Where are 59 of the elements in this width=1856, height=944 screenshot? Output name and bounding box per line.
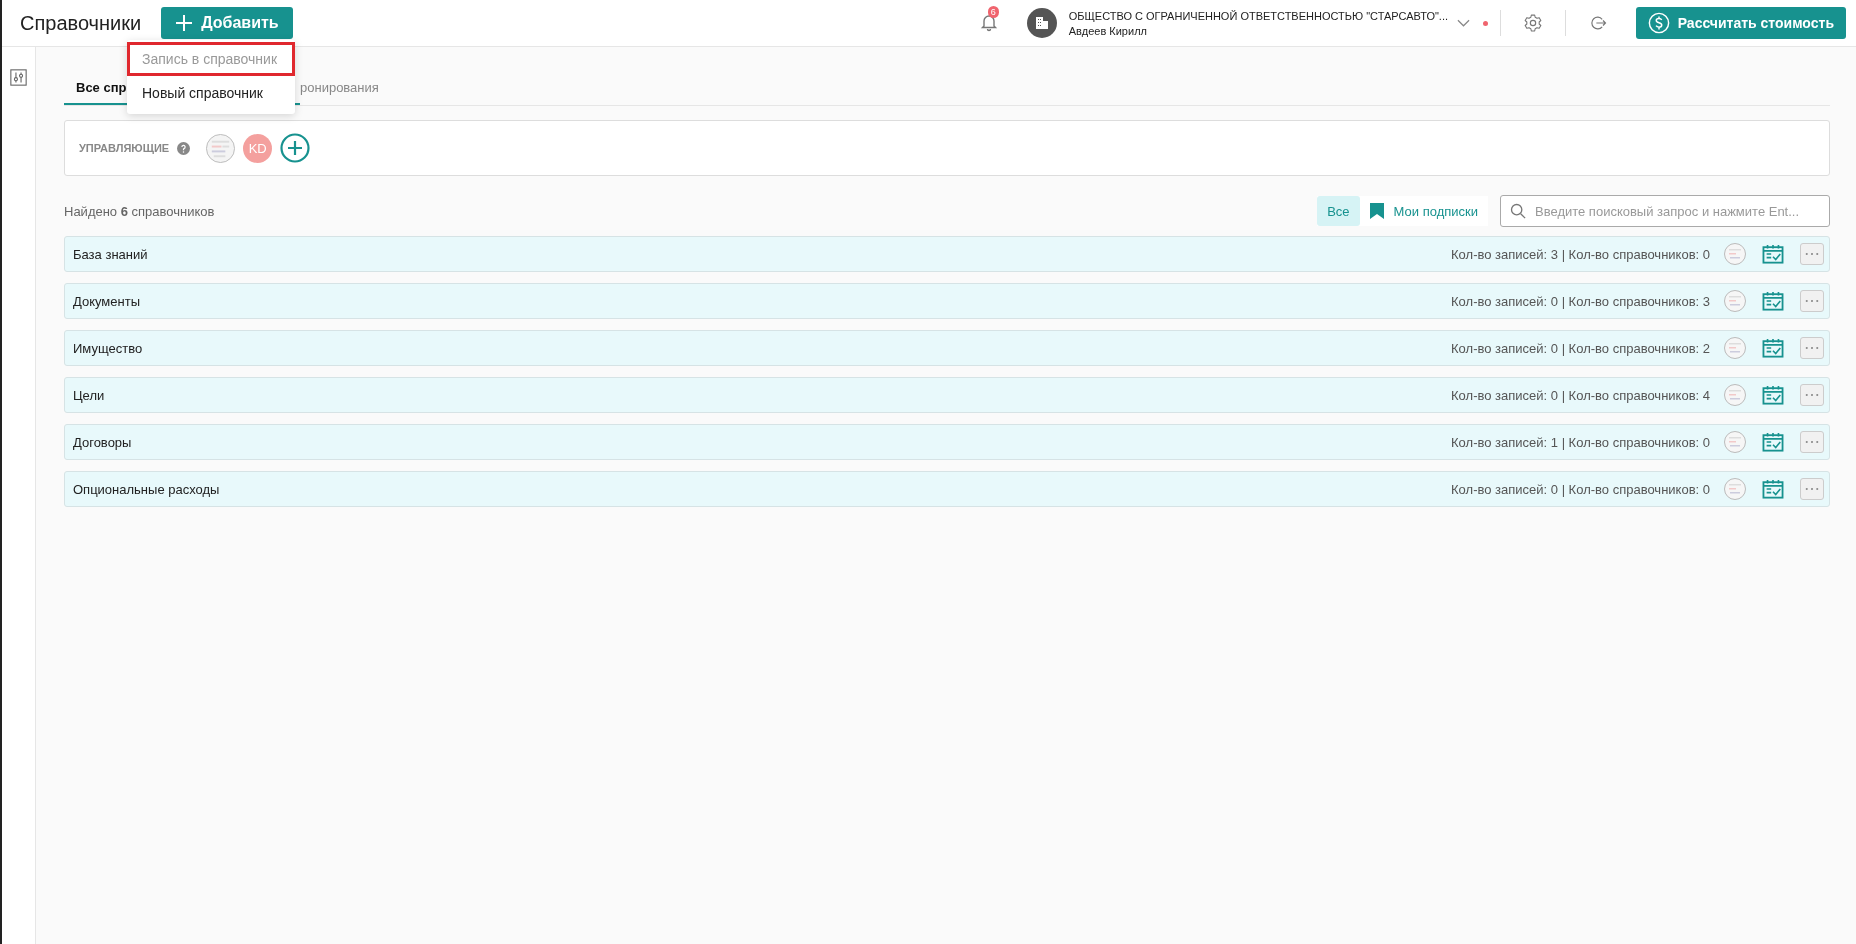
directory-stats: Кол-во записей: 0 | Кол-во справочников: 0 (1451, 481, 1710, 497)
calendar-check-icon[interactable] (1762, 291, 1784, 311)
more-icon (1805, 487, 1819, 491)
directory-name: Документы (73, 293, 140, 309)
more-icon (1805, 299, 1819, 303)
more-icon (1805, 440, 1819, 444)
calendar-check-icon[interactable] (1762, 432, 1784, 452)
calendar-check-icon[interactable] (1762, 479, 1784, 499)
directory-row[interactable]: Договоры Кол-во записей: 1 | Кол-во справочников: 0 (64, 424, 1830, 460)
page-title: Справочники (20, 11, 142, 35)
directory-name: Цели (73, 387, 105, 403)
status-dot (1482, 20, 1488, 26)
calendar-check-icon[interactable] (1762, 244, 1784, 264)
user-name: Авдеев Кирилл (1068, 24, 1148, 37)
search-field[interactable]: Введите поисковый запрос и нажмите Ent... (1500, 195, 1830, 227)
more-icon (1805, 393, 1819, 397)
directory-name: Опциональные расходы (73, 481, 220, 497)
settings-icon[interactable] (1522, 13, 1543, 33)
directory-stats: Кол-во записей: 0 | Кол-во справочников: 4 (1451, 387, 1710, 403)
directory-row[interactable]: Имущество Кол-во записей: 0 | Кол-во справочников: 2 (64, 330, 1830, 366)
tab[interactable]: ронирования (300, 73, 391, 105)
calendar-check-icon[interactable] (1762, 338, 1784, 358)
directory-name: Договоры (73, 434, 132, 450)
directory-row[interactable]: База знаний Кол-во записей: 3 | Кол-во справочников: 0 (64, 236, 1830, 272)
menu-item[interactable]: Новый справочник (127, 76, 295, 110)
plus-icon (175, 14, 194, 32)
notification-badge: 6 (987, 6, 999, 18)
directory-stats: Кол-во записей: 0 | Кол-во справочников: 3 (1451, 293, 1710, 309)
more-button[interactable] (1800, 384, 1824, 406)
organization-name: ОБЩЕСТВО С ОГРАНИЧЕННОЙ ОТВЕТСТВЕННОСТЬЮ "СТАРСАВТО"... (1068, 9, 1449, 22)
building-icon (1026, 8, 1057, 38)
help-icon[interactable] (177, 141, 191, 155)
directory-stats: Кол-во записей: 3 | Кол-во справочников: 0 (1451, 246, 1710, 262)
add-button[interactable]: Добавить (161, 7, 293, 39)
chevron-down-icon[interactable] (1456, 19, 1470, 27)
dollar-icon (1647, 12, 1670, 34)
directory-stats: Кол-во записей: 1 | Кол-во справочников: 0 (1451, 434, 1710, 450)
more-icon (1805, 346, 1819, 350)
more-button[interactable] (1800, 243, 1824, 265)
directory-row[interactable]: Документы Кол-во записей: 0 | Кол-во справочников: 3 (64, 283, 1830, 319)
user-avatar: KD (243, 133, 273, 163)
bookmark-icon (1369, 203, 1384, 219)
filter-settings-icon[interactable] (10, 69, 27, 86)
more-button[interactable] (1800, 431, 1824, 453)
add-icon[interactable] (280, 133, 311, 163)
more-button[interactable] (1800, 337, 1824, 359)
directory-name: База знаний (73, 246, 148, 262)
more-icon (1805, 252, 1819, 256)
directory-row[interactable]: Опциональные расходы Кол-во записей: 0 | Кол-во справочников: 0 (64, 471, 1830, 507)
managers-label: УПРАВЛЯЮЩИЕ (79, 142, 170, 154)
calendar-check-icon[interactable] (1762, 385, 1784, 405)
results-count: Найдено 6 справочников (64, 203, 215, 219)
calculate-cost-button[interactable]: Рассчитать стоимость (1635, 7, 1846, 39)
search-icon (1510, 203, 1526, 219)
directory-stats: Кол-во записей: 0 | Кол-во справочников: 2 (1451, 340, 1710, 356)
directory-name: Имущество (73, 340, 143, 356)
more-button[interactable] (1800, 290, 1824, 312)
more-button[interactable] (1800, 478, 1824, 500)
directory-row[interactable]: Цели Кол-во записей: 0 | Кол-во справочников: 4 (64, 377, 1830, 413)
